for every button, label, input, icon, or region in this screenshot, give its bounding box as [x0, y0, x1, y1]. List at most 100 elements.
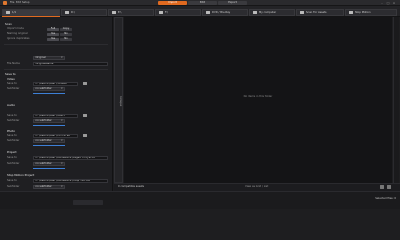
view-mode-toggle[interactable]: View as Grid / List: [245, 185, 268, 189]
dropdown-value: no subfolder: [35, 139, 52, 143]
audio-subfolder-dropdown[interactable]: no subfolder ▾: [33, 119, 65, 123]
tab-my-computer[interactable]: My computer: [249, 8, 295, 16]
stop-motion-subfolder-dropdown[interactable]: no subfolder ▾: [33, 185, 65, 189]
menu-edit[interactable]: Edit: [16, 1, 21, 5]
audio-save-path-field[interactable]: C:\Users\user\Music: [33, 113, 78, 118]
stop-motion-subfolder-label: Subfolder: [7, 185, 20, 188]
import-mode-button[interactable]: Import: [158, 1, 187, 5]
list-view-icon[interactable]: [387, 185, 391, 189]
naming-scheme-dropdown[interactable]: Original ▾: [33, 56, 65, 60]
computer-icon: [253, 11, 257, 14]
divider: [4, 44, 108, 45]
tab-dvd-bluray[interactable]: DVD / Blu-Ray: [202, 8, 248, 16]
folder-icon[interactable]: [83, 134, 87, 137]
empty-folder-message: No items in this folder: [243, 95, 273, 98]
app-logo-icon: [3, 1, 7, 5]
naming-original-label: Naming original: [7, 32, 28, 35]
menu-file[interactable]: File: [10, 1, 14, 5]
audio-group-title: Audio: [7, 102, 15, 107]
file-name-field[interactable]: OriginalName: [33, 61, 108, 66]
audio-path-underline: [33, 124, 65, 126]
minimize-icon[interactable]: –: [380, 1, 384, 5]
project-subfolder-dropdown[interactable]: no subfolder ▾: [33, 162, 65, 166]
tab-drive-f[interactable]: F:\: [155, 8, 201, 16]
scan-icon: [300, 11, 304, 14]
tab-label: DVD / Blu-Ray: [212, 10, 231, 14]
ignore-dup-no-option[interactable]: No: [60, 37, 72, 41]
photo-save-to-label: Save to: [7, 133, 17, 137]
import-mode-label: Import mode: [7, 27, 24, 30]
divider: [4, 69, 108, 70]
project-subfolder-label: Subfolder: [7, 162, 20, 165]
dropdown-value: no subfolder: [35, 162, 52, 166]
save-to-section-title: Save to: [5, 72, 16, 76]
tab-label: D:\: [71, 10, 75, 14]
video-path-underline: [33, 92, 65, 94]
photo-subfolder-dropdown[interactable]: no subfolder ▾: [33, 139, 65, 143]
footer-action-button[interactable]: [73, 200, 103, 205]
project-path-underline: [33, 167, 65, 169]
drive-icon: [159, 11, 163, 14]
close-icon[interactable]: ×: [392, 1, 396, 5]
tab-label: E:\: [118, 10, 122, 14]
tab-label: Stop Motion: [355, 10, 371, 14]
stop-motion-save-to-label: Save to: [7, 179, 17, 182]
collapse-label[interactable]: Collapse: [115, 96, 122, 106]
project-group-title: Project: [7, 150, 17, 154]
selected-files-count: Selected files: 0: [375, 196, 396, 200]
edit-mode-button[interactable]: Edit: [188, 1, 217, 5]
naming-yes-option[interactable]: Yes: [47, 32, 59, 36]
export-mode-button[interactable]: Export: [218, 1, 247, 5]
video-save-path-field[interactable]: C:\Users\user\Videos: [33, 81, 78, 86]
audio-save-to-label: Save to: [7, 113, 17, 117]
chevron-down-icon: ▾: [61, 162, 63, 166]
stop-motion-save-path-field[interactable]: C:\Users\user\Documents\Stop Motion: [33, 179, 108, 183]
dropdown-value: no subfolder: [35, 119, 52, 123]
ignore-dup-yes-option[interactable]: Yes: [47, 37, 59, 41]
video-subfolder-dropdown[interactable]: no subfolder ▾: [33, 87, 65, 91]
dropdown-value: no subfolder: [35, 185, 52, 189]
folder-icon[interactable]: [83, 82, 87, 85]
drive-icon: [112, 11, 116, 14]
project-save-path-field[interactable]: C:\Users\user\Documents\Vegas Projects: [33, 156, 108, 160]
footer-bar: [0, 191, 400, 209]
stop-motion-group-title: Stop Motion Project: [7, 173, 35, 177]
maximize-icon[interactable]: □: [386, 1, 390, 5]
chevron-down-icon: ▾: [61, 56, 63, 60]
folder-icon[interactable]: [83, 114, 87, 117]
chevron-down-icon: ▾: [61, 87, 63, 91]
file-name-label: File Name: [7, 61, 20, 65]
vertical-scrollbar[interactable]: [393, 17, 399, 183]
naming-no-option[interactable]: No: [60, 32, 72, 36]
camera-icon: [349, 11, 353, 14]
menu-setup[interactable]: Setup: [22, 1, 30, 5]
photo-group-title: Photo: [7, 128, 15, 133]
drive-icon: [65, 11, 69, 14]
video-group-title: Video: [7, 76, 15, 81]
video-subfolder-label: Subfolder: [7, 87, 20, 90]
tab-current-folder[interactable]: 1/1: [2, 8, 60, 16]
tab-drive-d[interactable]: D:\: [61, 8, 107, 16]
tab-label: Scan For Assets: [306, 10, 327, 14]
chevron-down-icon: ▾: [61, 119, 63, 123]
chevron-down-icon: ▾: [61, 139, 63, 143]
tab-drive-e[interactable]: E:\: [108, 8, 154, 16]
project-save-to-label: Save to: [7, 156, 17, 159]
chevron-down-icon: ▾: [61, 185, 63, 189]
photo-save-path-field[interactable]: C:\Users\user\Pictures: [33, 133, 78, 138]
import-mode-full-option[interactable]: Full: [47, 27, 59, 31]
tab-scan-for-assets[interactable]: Scan For Assets: [296, 8, 344, 16]
tab-label: My computer: [259, 10, 277, 14]
tab-label: F:\: [165, 10, 169, 14]
tab-icon: [6, 11, 10, 14]
ignore-duplicates-label: Ignore duplicates: [7, 37, 30, 40]
asset-browser-area[interactable]: [124, 17, 392, 183]
photo-subfolder-label: Subfolder: [7, 139, 20, 142]
import-mode-copy-option[interactable]: Copy: [60, 27, 72, 31]
compatible-assets-filter[interactable]: 0 compatible assets: [118, 185, 144, 189]
tab-stop-motion[interactable]: Stop Motion: [345, 8, 397, 16]
audio-subfolder-label: Subfolder: [7, 119, 20, 122]
disc-icon: [206, 11, 210, 14]
dropdown-value: no subfolder: [35, 87, 52, 91]
grid-view-icon[interactable]: [380, 185, 384, 189]
